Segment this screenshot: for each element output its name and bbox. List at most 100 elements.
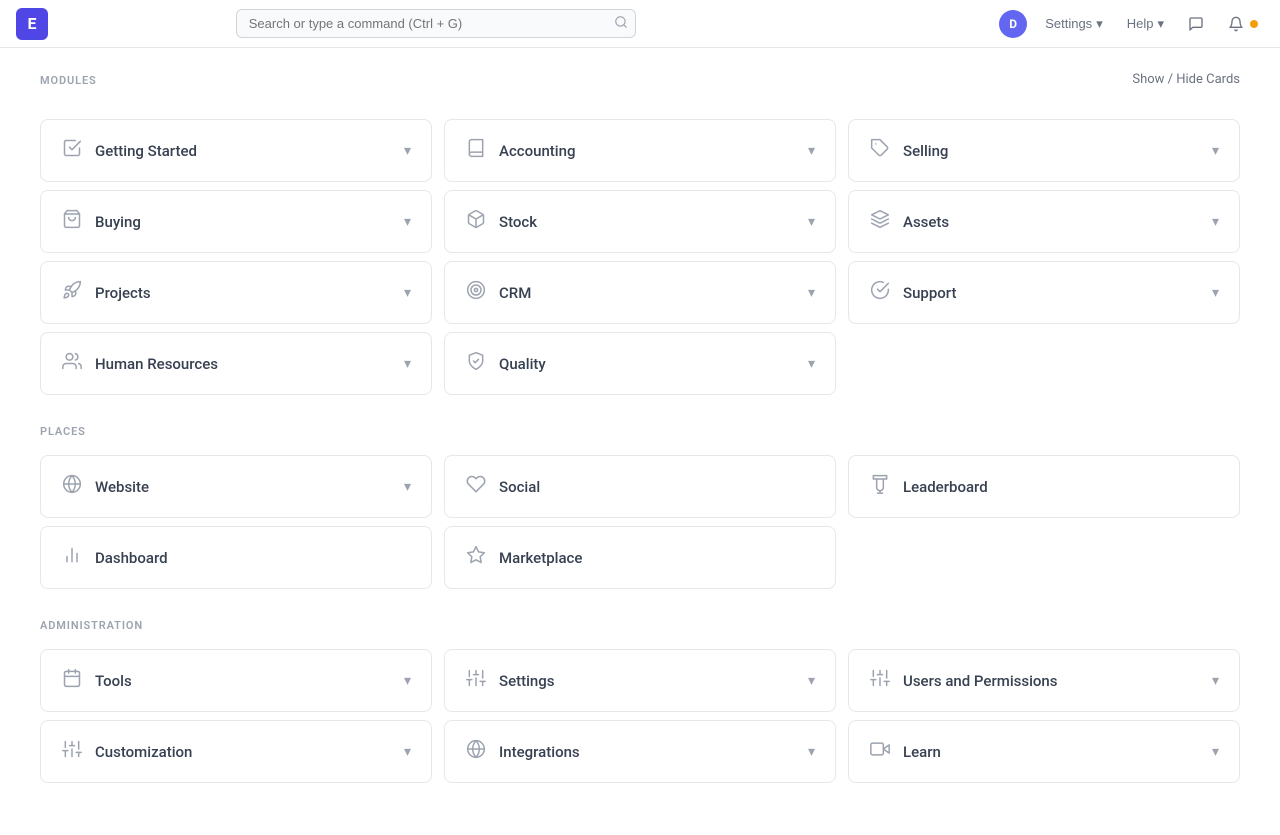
card-row: Getting Started▾ Accounting ▾ Selling ▾ [40,119,1240,182]
card-row: Website ▾ Social Leaderboard [40,455,1240,518]
card-label-quality: Quality [499,355,546,373]
card-left: Customization [61,739,192,764]
card-dashboard[interactable]: Dashboard [40,526,432,589]
card-label-social: Social [499,478,540,496]
shopping-bag-icon [61,209,83,234]
chat-button[interactable] [1182,12,1210,36]
card-projects[interactable]: Projects▾ [40,261,432,324]
card-buying[interactable]: Buying ▾ [40,190,432,253]
chevron-down-icon: ▾ [1157,16,1164,32]
box-icon [465,209,487,234]
card-label-website: Website [95,478,149,496]
card-label-marketplace: Marketplace [499,549,582,567]
card-label-getting-started: Getting Started [95,142,197,160]
card-customization[interactable]: Customization▾ [40,720,432,783]
card-row: Customization▾ Integrations ▾ Learn ▾ [40,720,1240,783]
card-label-buying: Buying [95,213,141,231]
card-integrations[interactable]: Integrations ▾ [444,720,836,783]
card-support[interactable]: Support ▾ [848,261,1240,324]
section-modules: MODULESShow / Hide CardsGetting Started▾… [40,72,1240,395]
section-administration: ADMINISTRATIONTools▾Settings▾Users and P… [40,617,1240,783]
notification-button[interactable] [1222,12,1264,36]
chevron-down-icon: ▾ [808,285,815,301]
show-hide-cards[interactable]: Show / Hide Cards [1132,72,1240,87]
card-accounting[interactable]: Accounting ▾ [444,119,836,182]
card-label-selling: Selling [903,142,948,160]
card-label-leaderboard: Leaderboard [903,478,988,496]
card-row: Dashboard Marketplace [40,526,1240,589]
card-label-stock: Stock [499,213,537,231]
card-learn[interactable]: Learn ▾ [848,720,1240,783]
card-stock[interactable]: Stock▾ [444,190,836,253]
card-users-permissions[interactable]: Users and Permissions▾ [848,649,1240,712]
card-marketplace[interactable]: Marketplace [444,526,836,589]
card-left: Human Resources [61,351,218,376]
header: E D Settings ▾ Help ▾ [0,0,1280,48]
card-left: Settings [465,668,555,693]
card-label-support: Support [903,284,956,302]
card-left: Marketplace [465,545,582,570]
search-bar[interactable] [236,9,636,38]
sliders-icon [61,739,83,764]
card-social[interactable]: Social [444,455,836,518]
card-assets[interactable]: Assets▾ [848,190,1240,253]
chevron-down-icon: ▾ [404,479,411,495]
settings-button[interactable]: Settings ▾ [1039,12,1109,36]
empty-cell [848,526,1240,589]
card-row: Tools▾Settings▾Users and Permissions▾ [40,649,1240,712]
help-button[interactable]: Help ▾ [1121,12,1170,36]
card-left: Website [61,474,149,499]
chevron-down-icon: ▾ [404,356,411,372]
search-icon [614,15,628,33]
sliders-icon [869,668,891,693]
chevron-down-icon: ▾ [1096,16,1103,32]
card-left: Dashboard [61,545,168,570]
card-crm[interactable]: CRM ▾ [444,261,836,324]
card-label-learn: Learn [903,743,941,761]
chevron-down-icon: ▾ [808,143,815,159]
card-left: Leaderboard [869,474,988,499]
card-human-resources[interactable]: Human Resources ▾ [40,332,432,395]
chevron-down-icon: ▾ [404,673,411,689]
sliders-icon [465,668,487,693]
chevron-down-icon: ▾ [808,744,815,760]
card-selling[interactable]: Selling ▾ [848,119,1240,182]
calendar-icon [61,668,83,693]
card-left: Social [465,474,540,499]
card-left: Projects [61,280,151,305]
card-left: Integrations [465,739,580,764]
card-quality[interactable]: Quality▾ [444,332,836,395]
search-input[interactable] [236,9,636,38]
chevron-down-icon: ▾ [1212,744,1219,760]
section-label-places: PLACES [40,425,86,438]
card-label-users-permissions: Users and Permissions [903,672,1057,690]
chevron-down-icon: ▾ [1212,285,1219,301]
card-settings[interactable]: Settings▾ [444,649,836,712]
section-header-places: PLACES [40,423,1240,439]
card-tools[interactable]: Tools▾ [40,649,432,712]
card-label-human-resources: Human Resources [95,355,218,373]
chevron-down-icon: ▾ [1212,143,1219,159]
section-header-modules: MODULESShow / Hide Cards [40,72,1240,103]
card-getting-started[interactable]: Getting Started▾ [40,119,432,182]
card-left: Stock [465,209,537,234]
check-square-icon [61,138,83,163]
card-leaderboard[interactable]: Leaderboard [848,455,1240,518]
card-left: Buying [61,209,141,234]
app-logo[interactable]: E [16,8,48,40]
card-label-settings: Settings [499,672,555,690]
card-left: Selling [869,138,948,163]
card-left: CRM [465,280,531,305]
bar-chart-icon [61,545,83,570]
chevron-down-icon: ▾ [404,214,411,230]
header-right: D Settings ▾ Help ▾ [999,10,1264,38]
card-website[interactable]: Website ▾ [40,455,432,518]
check-circle-icon [869,280,891,305]
rocket-icon [61,280,83,305]
card-label-dashboard: Dashboard [95,549,168,567]
card-row: Buying ▾ Stock▾Assets▾ [40,190,1240,253]
card-label-assets: Assets [903,213,949,231]
card-left: Accounting [465,138,575,163]
card-label-accounting: Accounting [499,142,575,160]
empty-cell [848,332,1240,395]
